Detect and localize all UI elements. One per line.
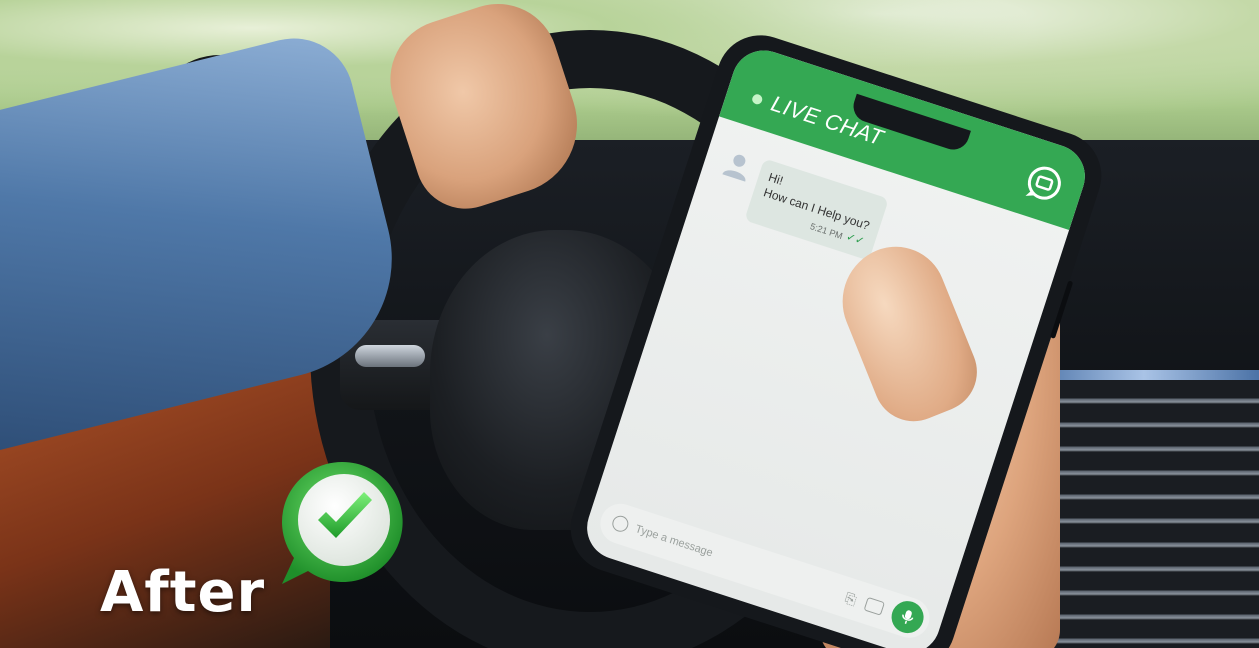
scene: LIVE CHAT Hi! How can I Help you? 5:21 P… — [0, 0, 1259, 648]
mic-button[interactable] — [887, 596, 928, 638]
camera-icon[interactable] — [863, 596, 886, 616]
chat-bubble-icon[interactable] — [1019, 159, 1069, 209]
check-badge-icon — [282, 461, 403, 584]
after-label: After — [100, 560, 266, 625]
emoji-icon[interactable] — [610, 513, 631, 534]
online-status-dot — [750, 92, 764, 106]
air-vent — [1029, 380, 1259, 648]
message-bubble: Hi! How can I Help you? 5:21 PM ✓✓ — [744, 158, 889, 261]
double-check-icon: ✓✓ — [844, 231, 866, 249]
avatar-icon — [722, 154, 746, 182]
steering-wheel-button — [355, 345, 425, 367]
mic-icon — [902, 610, 914, 624]
